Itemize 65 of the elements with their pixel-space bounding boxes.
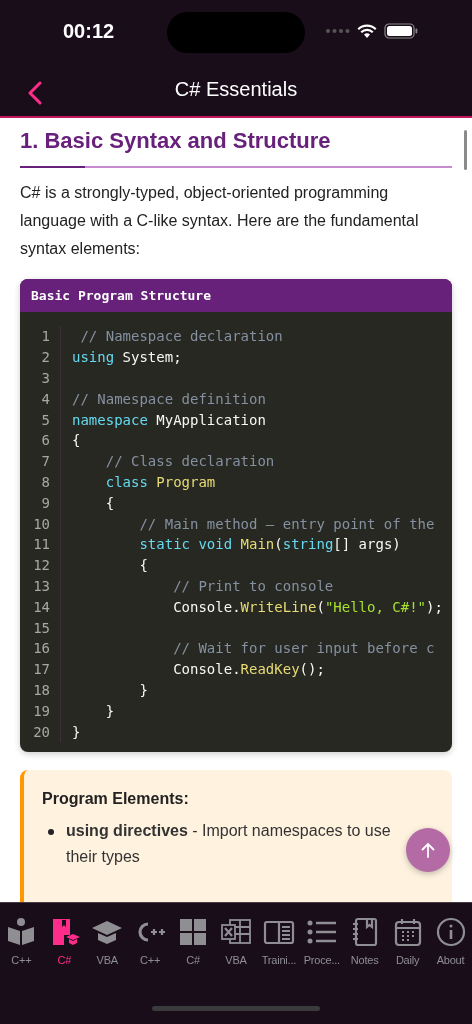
code-line: // Wait for user input before c [172, 640, 435, 657]
info-icon [434, 917, 467, 947]
tab[interactable]: About [429, 917, 472, 966]
tab[interactable]: Proce... [300, 917, 344, 966]
tab[interactable]: C# [42, 917, 86, 966]
code-line: } [138, 681, 148, 698]
code-line: { [104, 494, 115, 511]
line-number: 10 [32, 515, 50, 532]
code-line: using System; [72, 349, 182, 366]
tab[interactable]: Notes [343, 917, 387, 966]
intro-paragraph: C# is a strongly-typed, object-oriented programming language with a C-like syntax. Here are the fundamental syntax elements: [20, 183, 420, 259]
code-line: Console.WriteLine("Hello, C#!"); [172, 598, 443, 615]
code-line: // Namespace declaration [79, 328, 283, 345]
scroll-indicator [464, 130, 467, 170]
tab[interactable]: C# [171, 917, 215, 966]
code-line: { [138, 557, 148, 574]
code-line: class Program [104, 473, 216, 490]
code-line: { [72, 432, 81, 449]
spreadsheet-icon [220, 917, 252, 947]
line-number: 4 [40, 390, 50, 407]
line-number: 5 [40, 411, 50, 428]
code-line: static void Main(string[] args) [138, 536, 401, 553]
tab[interactable]: VBA [85, 917, 129, 966]
arrow-up-icon [421, 842, 435, 858]
note-item: using directives - Import namespaces to use their types [66, 820, 392, 867]
tab[interactable]: Daily [386, 917, 430, 966]
note-title: Program Elements: [42, 789, 190, 808]
code-line: // Print to console [172, 577, 334, 594]
status-time: 00:12 [63, 19, 115, 43]
code-line: // Main method – entry point of the [138, 515, 435, 532]
line-number: 9 [40, 494, 50, 511]
screen-title: C# Essentials [174, 77, 298, 101]
code-title: Basic Program Structure [20, 279, 452, 312]
line-number: 13 [32, 577, 50, 594]
code-line: namespace MyApplication [72, 411, 266, 428]
line-number: 20 [32, 723, 50, 740]
tab[interactable]: C++ [128, 917, 172, 966]
line-number: 16 [32, 640, 50, 657]
code-line: Console.ReadKey(); [172, 661, 325, 678]
line-number: 12 [32, 557, 50, 574]
line-number: 19 [32, 702, 50, 719]
code-line: } [104, 702, 115, 719]
battery-icon [384, 23, 418, 39]
line-number: 11 [32, 536, 50, 553]
tab[interactable]: Traini... [257, 917, 301, 966]
section-heading: 1. Basic Syntax and Structure [20, 128, 332, 154]
code-line: } [72, 723, 81, 740]
line-number: 14 [32, 598, 50, 615]
line-number: 7 [40, 453, 50, 470]
line-number: 8 [40, 473, 50, 490]
line-number: 1 [40, 328, 50, 345]
line-number: 2 [40, 349, 50, 366]
code-line: // Class declaration [104, 453, 275, 470]
tab[interactable]: VBA [214, 917, 258, 966]
bullet-icon [48, 828, 54, 835]
wifi-icon [357, 23, 377, 39]
line-number: 6 [40, 432, 50, 449]
line-number: 17 [32, 661, 50, 678]
tab[interactable]: C++ [0, 917, 43, 966]
code-line: // Namespace definition [72, 390, 266, 407]
line-number: 15 [32, 619, 50, 636]
line-number: 18 [32, 681, 50, 698]
back-button[interactable] [26, 79, 44, 107]
line-number: 3 [40, 370, 50, 386]
signal-icon [326, 29, 350, 33]
